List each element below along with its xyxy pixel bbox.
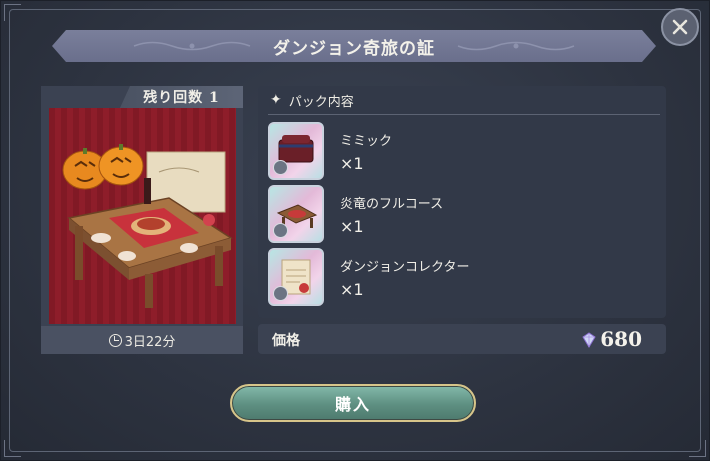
contents-header-label: パック内容: [288, 94, 354, 110]
banner-ornament-icon: [456, 39, 576, 53]
item-badge-icon: [273, 286, 288, 301]
corner-ornament: [4, 4, 21, 21]
contents-panel: ✦ パック内容 ミミック ×1 炎竜のフルコース ×1 ダンジョンコレクター ×…: [258, 86, 666, 318]
remaining-count-label: 残り回数 1: [143, 90, 220, 106]
close-icon: [672, 19, 688, 35]
buy-button-label: 購入: [334, 395, 371, 414]
price-value: 680: [600, 327, 642, 351]
item-icon-frame: [268, 248, 324, 306]
list-item[interactable]: 炎竜のフルコース ×1: [268, 185, 658, 243]
timer-bar: 3日22分: [41, 326, 243, 354]
pack-image: [49, 108, 236, 324]
divider: [268, 114, 660, 115]
gem-icon: [582, 332, 596, 348]
halloween-feast-table-image: [49, 108, 236, 324]
item-qty: ×1: [340, 154, 364, 173]
timer-text: 3日22分: [124, 334, 176, 350]
title-banner: ダンジョン奇旅の証: [52, 30, 656, 62]
close-button[interactable]: [661, 8, 699, 46]
list-item[interactable]: ミミック ×1: [268, 122, 658, 180]
dialog-title: ダンジョン奇旅の証: [273, 38, 435, 59]
item-qty: ×1: [340, 280, 364, 299]
item-icon-frame: [268, 185, 324, 243]
sparkle-icon: ✦: [270, 92, 282, 108]
price-label: 価格: [272, 333, 300, 349]
remaining-count-tag: 残り回数 1: [120, 86, 243, 108]
item-icon-frame: [268, 122, 324, 180]
item-badge-icon: [273, 223, 288, 238]
corner-ornament: [4, 440, 21, 457]
item-badge-icon: [273, 160, 288, 175]
buy-button[interactable]: 購入: [230, 384, 476, 422]
list-item[interactable]: ダンジョンコレクター ×1: [268, 248, 658, 306]
price-bar: 価格 680: [258, 324, 666, 354]
item-qty: ×1: [340, 217, 364, 236]
banner-ornament-icon: [132, 39, 252, 53]
corner-ornament: [689, 440, 706, 457]
contents-header: ✦ パック内容: [258, 86, 666, 114]
clock-icon: [108, 333, 122, 347]
item-name: ミミック: [340, 134, 393, 149]
item-name: 炎竜のフルコース: [340, 197, 444, 212]
item-name: ダンジョンコレクター: [340, 260, 470, 275]
